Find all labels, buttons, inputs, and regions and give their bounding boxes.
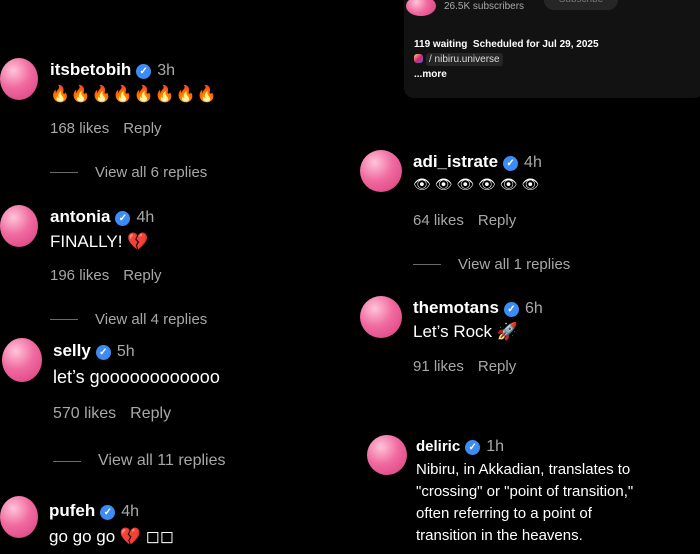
- view-replies-button[interactable]: View all 4 replies: [50, 311, 207, 328]
- timestamp: 1h: [486, 438, 504, 455]
- channel-handle[interactable]: / nibiru.universe: [426, 53, 503, 66]
- timestamp: 6h: [524, 300, 543, 317]
- avatar[interactable]: [367, 435, 407, 475]
- instagram-icon: [414, 54, 423, 63]
- comment-text: let’s goooooooooooo: [53, 367, 220, 387]
- comment-header: antonia ✓ 4h: [50, 207, 154, 227]
- comment-actions: 91 likes Reply: [413, 358, 530, 375]
- verified-icon: ✓: [503, 156, 519, 171]
- comment-header: adi_istrate ✓ 4h: [413, 152, 542, 172]
- avatar[interactable]: [0, 496, 38, 538]
- timestamp: 3h: [157, 62, 176, 79]
- reply-button[interactable]: Reply: [123, 120, 161, 137]
- comment-actions: 196 likes Reply: [50, 267, 176, 284]
- comment-header: selly ✓ 5h: [53, 341, 135, 361]
- more-link[interactable]: ...more: [414, 69, 447, 80]
- avatar[interactable]: [360, 150, 402, 192]
- view-replies-button[interactable]: View all 6 replies: [50, 164, 207, 181]
- likes-count[interactable]: 91 likes: [413, 358, 464, 375]
- comment-actions: 168 likes Reply: [50, 120, 176, 137]
- view-replies-label[interactable]: View all 1 replies: [458, 256, 570, 273]
- username[interactable]: antonia: [50, 207, 110, 226]
- verified-icon: ✓: [503, 302, 519, 317]
- divider-line: [53, 460, 81, 462]
- divider-line: [50, 319, 78, 320]
- timestamp: 4h: [121, 503, 140, 520]
- view-replies-label[interactable]: View all 11 replies: [98, 452, 225, 470]
- channel-avatar[interactable]: [406, 0, 436, 16]
- username[interactable]: selly: [53, 341, 91, 360]
- comment-header: itsbetobih ✓ 3h: [50, 60, 175, 80]
- username[interactable]: pufeh: [49, 501, 95, 520]
- view-replies-label[interactable]: View all 4 replies: [95, 311, 207, 328]
- avatar[interactable]: [360, 296, 402, 338]
- comment-text-line: Nibiru, in Akkadian, translates to: [416, 461, 631, 478]
- comment-header: themotans ✓ 6h: [413, 298, 543, 318]
- comment-text: Let’s Rock 🚀: [413, 322, 518, 341]
- comment-text: Nibiru, in Akkadian, translates to "cros…: [416, 459, 633, 547]
- reply-button[interactable]: Reply: [130, 405, 171, 422]
- subscriber-count: 26.5K subscribers: [444, 1, 525, 12]
- comment-actions: 570 likes Reply: [53, 405, 185, 423]
- comment-actions: 64 likes Reply: [413, 212, 530, 229]
- subscribe-button[interactable]: Subscribe: [544, 0, 618, 10]
- likes-count[interactable]: 168 likes: [50, 120, 109, 137]
- reply-button[interactable]: Reply: [478, 358, 516, 375]
- avatar[interactable]: [0, 205, 38, 247]
- verified-icon: ✓: [465, 440, 481, 455]
- scheduled-date: Scheduled for Jul 29, 2025: [472, 39, 599, 50]
- likes-count[interactable]: 196 likes: [50, 267, 109, 284]
- divider-line: [50, 172, 78, 173]
- divider-line: [413, 264, 441, 265]
- username[interactable]: deliric: [416, 438, 460, 455]
- view-replies-button[interactable]: View all 11 replies: [53, 452, 225, 470]
- view-replies-label[interactable]: View all 6 replies: [95, 164, 207, 181]
- channel-card: 26.5K subscribers Subscribe 119 waiting …: [404, 0, 700, 98]
- schedule-info: 119 waiting Scheduled for Jul 29, 2025: [414, 39, 599, 50]
- likes-count[interactable]: 570 likes: [53, 405, 116, 422]
- comment-text-line: "crossing" or "point of transition,": [416, 483, 634, 500]
- comment-text: go go go 💔 ◻◻: [49, 527, 175, 546]
- avatar[interactable]: [0, 58, 38, 100]
- reply-button[interactable]: Reply: [123, 267, 161, 284]
- comment-header: pufeh ✓ 4h: [49, 501, 139, 521]
- username[interactable]: itsbetobih: [50, 60, 131, 79]
- waiting-count: 119 waiting: [414, 39, 468, 50]
- comment-text: 🔥🔥🔥🔥🔥🔥🔥🔥: [50, 86, 218, 103]
- comment-text: 👁 👁 👁 👁 👁 👁: [413, 176, 540, 192]
- comment-header: deliric ✓ 1h: [416, 438, 504, 456]
- reply-button[interactable]: Reply: [478, 212, 516, 229]
- view-replies-button[interactable]: View all 1 replies: [413, 256, 570, 273]
- verified-icon: ✓: [136, 64, 152, 79]
- avatar[interactable]: [2, 338, 42, 382]
- timestamp: 4h: [524, 154, 542, 171]
- comment-text-line: often referring to a point of: [416, 505, 592, 522]
- username[interactable]: themotans: [413, 298, 499, 317]
- verified-icon: ✓: [100, 505, 116, 520]
- likes-count[interactable]: 64 likes: [413, 212, 464, 229]
- username[interactable]: adi_istrate: [413, 152, 498, 171]
- channel-tag[interactable]: / nibiru.universe: [414, 53, 503, 66]
- timestamp: 5h: [116, 343, 135, 360]
- comment-text-line: transition in the heavens.: [416, 527, 583, 544]
- verified-icon: ✓: [115, 211, 131, 226]
- verified-icon: ✓: [95, 345, 111, 360]
- comment-text: FINALLY! 💔: [50, 232, 149, 251]
- timestamp: 4h: [136, 209, 155, 226]
